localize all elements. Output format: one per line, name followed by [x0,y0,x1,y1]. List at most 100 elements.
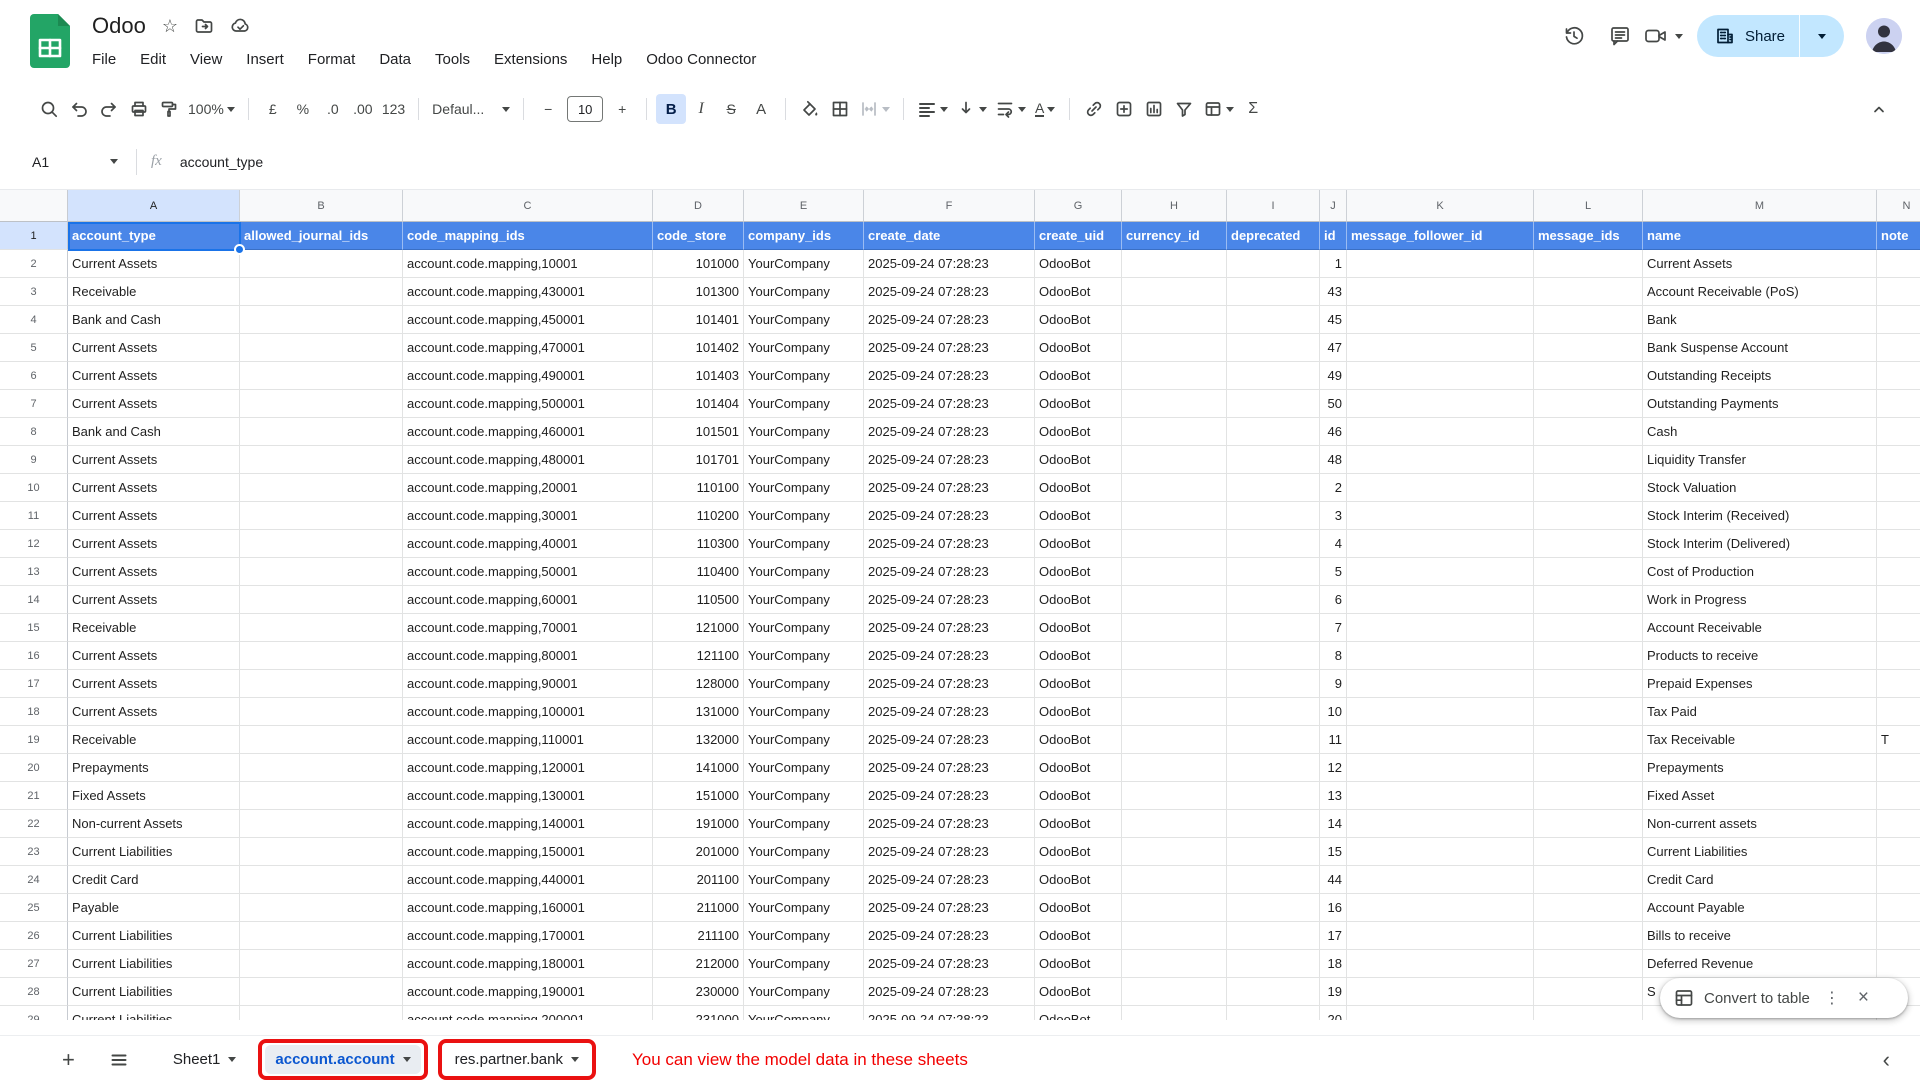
cell-K21[interactable] [1347,782,1534,810]
cell-G18[interactable]: OdooBot [1035,698,1122,726]
cell-J16[interactable]: 8 [1320,642,1347,670]
cell-I29[interactable] [1227,1006,1320,1020]
cell-D6[interactable]: 101403 [653,362,744,390]
cell-L2[interactable] [1534,250,1643,278]
cell-M5[interactable]: Bank Suspense Account [1643,334,1877,362]
cell-B15[interactable] [240,614,403,642]
cell-K14[interactable] [1347,586,1534,614]
column-header-F[interactable]: F [864,190,1035,222]
cell-F24[interactable]: 2025-09-24 07:28:23 [864,866,1035,894]
borders-button[interactable] [825,94,855,124]
cell-I4[interactable] [1227,306,1320,334]
cell-A24[interactable]: Credit Card [68,866,240,894]
cell-G12[interactable]: OdooBot [1035,530,1122,558]
cell-I23[interactable] [1227,838,1320,866]
cell-F13[interactable]: 2025-09-24 07:28:23 [864,558,1035,586]
cell-K29[interactable] [1347,1006,1534,1020]
cell-I16[interactable] [1227,642,1320,670]
row-number-25[interactable]: 25 [0,894,68,922]
cell-I10[interactable] [1227,474,1320,502]
cell-J26[interactable]: 17 [1320,922,1347,950]
cell-F20[interactable]: 2025-09-24 07:28:23 [864,754,1035,782]
cell-M8[interactable]: Cash [1643,418,1877,446]
cell-H16[interactable] [1122,642,1227,670]
cell-C4[interactable]: account.code.mapping,450001 [403,306,653,334]
row-number-13[interactable]: 13 [0,558,68,586]
cell-K5[interactable] [1347,334,1534,362]
row-number-7[interactable]: 7 [0,390,68,418]
cell-N27[interactable] [1877,950,1920,978]
cell-D15[interactable]: 121000 [653,614,744,642]
cell-M17[interactable]: Prepaid Expenses [1643,670,1877,698]
cell-N14[interactable] [1877,586,1920,614]
cell-B16[interactable] [240,642,403,670]
row-number-9[interactable]: 9 [0,446,68,474]
cloud-saved-icon[interactable] [230,16,251,36]
text-color-button[interactable]: A [746,94,776,124]
cell-J13[interactable]: 5 [1320,558,1347,586]
tab-scroll-left-icon[interactable]: ‹ [1883,1047,1890,1073]
fill-handle[interactable] [234,244,245,255]
cell-B10[interactable] [240,474,403,502]
join-call-dropdown-icon[interactable] [1675,34,1683,39]
row-number-5[interactable]: 5 [0,334,68,362]
cell-D20[interactable]: 141000 [653,754,744,782]
name-box[interactable]: A1 [0,154,118,170]
cell-B1[interactable]: allowed_journal_ids [240,222,403,250]
cell-J14[interactable]: 6 [1320,586,1347,614]
cell-F9[interactable]: 2025-09-24 07:28:23 [864,446,1035,474]
cell-J12[interactable]: 4 [1320,530,1347,558]
strikethrough-button[interactable]: S [716,94,746,124]
cell-E2[interactable]: YourCompany [744,250,864,278]
search-icon[interactable] [34,94,64,124]
menu-format[interactable]: Format [308,51,356,68]
cell-H27[interactable] [1122,950,1227,978]
row-number-28[interactable]: 28 [0,978,68,1006]
cell-B27[interactable] [240,950,403,978]
cell-H17[interactable] [1122,670,1227,698]
cell-I5[interactable] [1227,334,1320,362]
cell-G6[interactable]: OdooBot [1035,362,1122,390]
cell-J20[interactable]: 12 [1320,754,1347,782]
cell-F26[interactable]: 2025-09-24 07:28:23 [864,922,1035,950]
formula-input[interactable]: account_type [180,154,263,170]
cell-E26[interactable]: YourCompany [744,922,864,950]
cell-K28[interactable] [1347,978,1534,1006]
cell-D13[interactable]: 110400 [653,558,744,586]
cell-M26[interactable]: Bills to receive [1643,922,1877,950]
row-number-3[interactable]: 3 [0,278,68,306]
cell-G29[interactable]: OdooBot [1035,1006,1122,1020]
cell-I19[interactable] [1227,726,1320,754]
cell-D9[interactable]: 101701 [653,446,744,474]
cell-L27[interactable] [1534,950,1643,978]
cell-G10[interactable]: OdooBot [1035,474,1122,502]
merge-cells-button[interactable] [855,94,894,124]
account-avatar[interactable] [1866,18,1902,54]
cell-L9[interactable] [1534,446,1643,474]
cell-G5[interactable]: OdooBot [1035,334,1122,362]
cell-C7[interactable]: account.code.mapping,500001 [403,390,653,418]
cell-D10[interactable]: 110100 [653,474,744,502]
cell-M2[interactable]: Current Assets [1643,250,1877,278]
cell-H14[interactable] [1122,586,1227,614]
cell-C20[interactable]: account.code.mapping,120001 [403,754,653,782]
cell-L6[interactable] [1534,362,1643,390]
cell-F8[interactable]: 2025-09-24 07:28:23 [864,418,1035,446]
cell-H2[interactable] [1122,250,1227,278]
cell-N8[interactable] [1877,418,1920,446]
cell-B4[interactable] [240,306,403,334]
cell-D22[interactable]: 191000 [653,810,744,838]
cell-L13[interactable] [1534,558,1643,586]
cell-I1[interactable]: deprecated [1227,222,1320,250]
row-number-1[interactable]: 1 [0,222,68,250]
cell-M22[interactable]: Non-current assets [1643,810,1877,838]
cell-H18[interactable] [1122,698,1227,726]
insert-link-icon[interactable] [1079,94,1109,124]
cell-C25[interactable]: account.code.mapping,160001 [403,894,653,922]
menu-data[interactable]: Data [379,51,411,68]
cell-I28[interactable] [1227,978,1320,1006]
cell-E11[interactable]: YourCompany [744,502,864,530]
sheet-tab-sheet1[interactable]: Sheet1 [163,1045,247,1074]
cell-D14[interactable]: 110500 [653,586,744,614]
move-folder-icon[interactable] [194,16,214,36]
